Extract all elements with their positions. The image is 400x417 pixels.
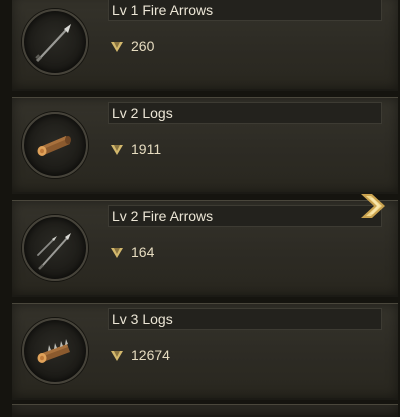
item-icon-frame (22, 9, 88, 75)
item-power-value: 164 (131, 244, 155, 260)
power-diamond-icon (111, 248, 123, 258)
item-name: Lv 2 Logs (112, 105, 173, 121)
list-item[interactable] (12, 404, 398, 417)
list-item[interactable]: Lv 3 Logs 12674 (12, 303, 398, 400)
power-diamond-icon (111, 42, 123, 52)
list-item[interactable]: Lv 1 Fire Arrows 260 (12, 0, 398, 91)
power-diamond-icon (111, 145, 123, 155)
item-power-value: 260 (131, 38, 155, 54)
power-diamond-icon (111, 351, 123, 361)
item-name: Lv 2 Fire Arrows (112, 208, 214, 224)
list-item[interactable]: Lv 2 Fire Arrows 164 (12, 200, 398, 297)
list-item[interactable]: Lv 2 Logs 1911 (12, 97, 398, 194)
fire-arrows-pair-icon (37, 233, 71, 270)
spiked-log-icon (37, 339, 70, 363)
item-name: Lv 3 Logs (112, 311, 173, 327)
item-icon-frame (22, 112, 88, 178)
item-list: Lv 1 Fire Arrows 260 Lv 2 Logs 1911 Lv 2… (0, 0, 400, 417)
item-name: Lv 1 Fire Arrows (112, 2, 214, 18)
log-icon (37, 136, 71, 156)
item-power-value: 1911 (131, 141, 162, 157)
item-icon-frame (22, 318, 88, 384)
item-power-value: 12674 (131, 347, 170, 363)
chevron-right-icon (361, 194, 385, 218)
item-icon-frame (22, 215, 88, 281)
fire-arrow-icon (35, 24, 71, 63)
next-button[interactable] (358, 191, 392, 221)
